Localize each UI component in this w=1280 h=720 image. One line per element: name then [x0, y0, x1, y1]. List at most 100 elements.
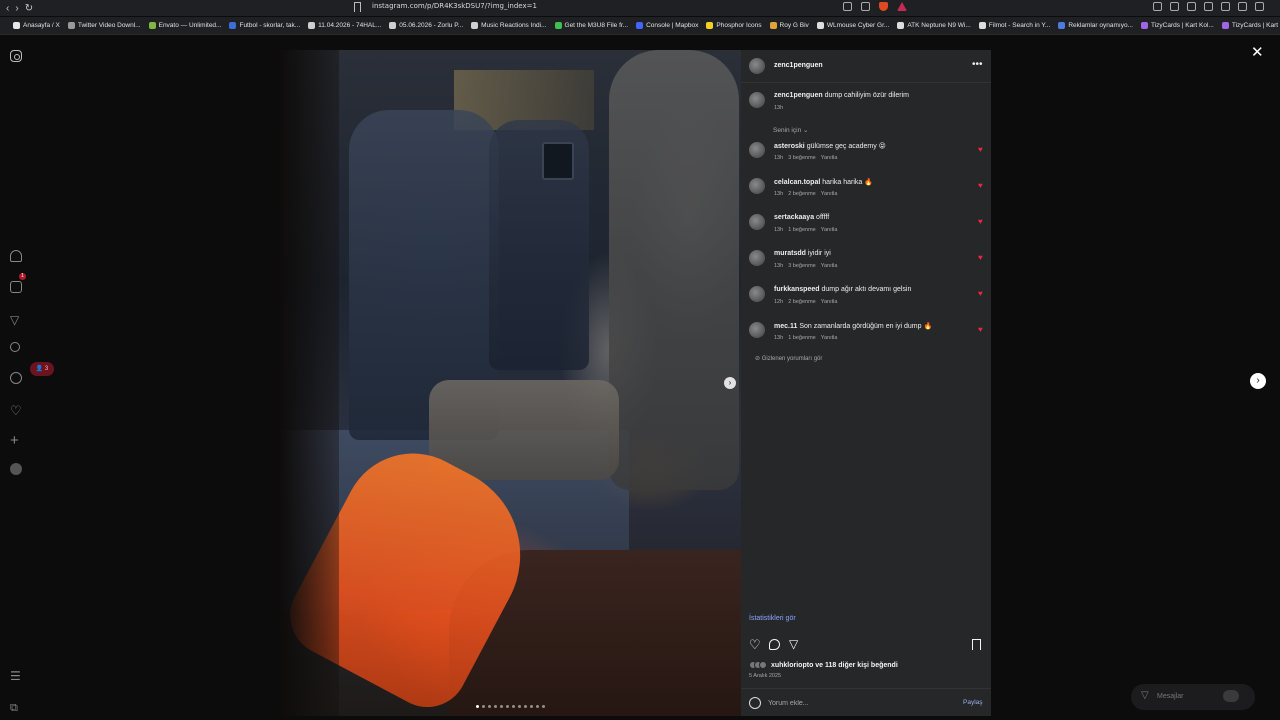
comment-icon[interactable] — [769, 639, 780, 650]
reply-button[interactable]: Yanıtla — [821, 191, 838, 197]
comment-input[interactable] — [768, 696, 948, 710]
bookmark-item[interactable]: 11.04.2026 - 74HAL... — [308, 22, 381, 29]
bookmark-label: Phosphor Icons — [716, 22, 762, 29]
brave-shield-icon[interactable] — [879, 2, 888, 11]
comment-likes[interactable]: 2 beğenme — [788, 191, 816, 197]
profile-avatar-icon[interactable] — [10, 463, 22, 475]
view-insights-link[interactable]: İstatistikleri gör — [749, 615, 796, 622]
commenter-avatar[interactable] — [749, 214, 765, 230]
forward-icon[interactable]: › — [15, 3, 18, 14]
caption-avatar[interactable] — [749, 92, 765, 108]
commenter-username[interactable]: furkkanspeed — [774, 286, 820, 293]
commenter-username[interactable]: sertackaaya — [774, 214, 814, 221]
commenter-avatar[interactable] — [749, 178, 765, 194]
post-comment-button[interactable]: Paylaş — [963, 699, 983, 706]
messages-button[interactable]: ▽ Mesajlar — [1131, 684, 1255, 710]
sidebar-toggle-icon[interactable] — [1187, 2, 1196, 11]
commenter-username[interactable]: mec.11 — [774, 323, 797, 330]
commenter-username[interactable]: celalcan.topal — [774, 179, 820, 186]
explore-icon[interactable] — [10, 372, 22, 384]
post-header: zenc1penguen ••• — [741, 50, 991, 83]
bookmark-item[interactable]: TizyCards | Kart Kol... — [1141, 22, 1214, 29]
create-icon[interactable] — [10, 432, 22, 444]
comment-likes[interactable]: 1 beğenme — [788, 227, 816, 233]
brave-rewards-icon[interactable] — [897, 2, 907, 11]
reply-button[interactable]: Yanıtla — [821, 299, 838, 305]
liked-by[interactable]: xuhkloriopto ve 118 diğer kişi beğendi — [749, 661, 898, 669]
comment-likes[interactable]: 3 beğenme — [788, 263, 816, 269]
bookmark-item[interactable]: WLmouse Cyber Gr... — [816, 22, 889, 29]
messages-icon[interactable] — [10, 311, 22, 323]
bookmark-item[interactable]: Get the M3U8 File fr... — [554, 22, 628, 29]
wallet-icon[interactable] — [1255, 2, 1264, 11]
reels-icon[interactable] — [10, 281, 22, 293]
reply-button[interactable]: Yanıtla — [821, 155, 838, 161]
tab-icon[interactable] — [1204, 2, 1213, 11]
carousel-dot — [482, 705, 485, 708]
save-bookmark-icon[interactable] — [972, 639, 981, 650]
ai-icon[interactable] — [1221, 2, 1230, 11]
close-icon[interactable]: ✕ — [1251, 43, 1264, 61]
extensions-icon[interactable] — [1153, 2, 1162, 11]
more-options-icon[interactable]: ••• — [972, 59, 983, 70]
comment-like-heart-icon[interactable]: ♥ — [978, 325, 983, 334]
commenter-avatar[interactable] — [749, 250, 765, 266]
address-bar[interactable]: instagram.com/p/DR4K3skDSU7/?img_index=1 — [372, 2, 537, 10]
comment-likes[interactable]: 3 beğenme — [788, 155, 816, 161]
next-post-icon[interactable]: › — [1250, 373, 1266, 389]
reply-button[interactable]: Yanıtla — [821, 263, 838, 269]
comment-like-heart-icon[interactable]: ♥ — [978, 145, 983, 154]
cast-icon[interactable] — [843, 2, 852, 11]
comment-likes[interactable]: 2 beğenme — [788, 299, 816, 305]
bookmark-item[interactable]: Music Reactions Indi... — [471, 22, 547, 29]
share-page-icon[interactable] — [861, 2, 870, 11]
notifications-icon[interactable] — [10, 402, 22, 414]
emoji-icon[interactable] — [749, 697, 761, 709]
instagram-logo-icon[interactable] — [10, 50, 22, 62]
hidden-comments-link[interactable]: ⊘ Gizlenen yorumları gör — [755, 355, 822, 362]
comment-likes[interactable]: 1 beğenme — [788, 335, 816, 341]
bookmark-item[interactable]: Futbol - skorlar, tak... — [229, 22, 300, 29]
reply-button[interactable]: Yanıtla — [821, 227, 838, 233]
reload-icon[interactable]: ↻ — [25, 3, 33, 14]
comment-like-heart-icon[interactable]: ♥ — [978, 181, 983, 190]
bookmark-item[interactable]: Anasayfa / X — [13, 22, 60, 29]
home-icon[interactable] — [10, 250, 22, 262]
bookmark-item[interactable]: TizyCards | Kart Kol... — [1221, 22, 1280, 29]
extension-icon[interactable] — [1170, 2, 1179, 11]
carousel-next-icon[interactable]: › — [724, 377, 736, 389]
more-menu-icon[interactable] — [10, 667, 22, 679]
bookmark-item[interactable]: Phosphor Icons — [706, 22, 762, 29]
share-send-icon[interactable]: ▽ — [789, 638, 802, 651]
bookmark-page-icon[interactable] — [354, 2, 361, 12]
bookmark-favicon-icon — [308, 22, 316, 29]
author-avatar[interactable] — [749, 58, 765, 74]
commenter-username[interactable]: muratsdd — [774, 250, 806, 257]
author-username[interactable]: zenc1penguen — [774, 62, 823, 69]
reply-button[interactable]: Yanıtla — [821, 335, 838, 341]
commenter-username[interactable]: asteroski — [774, 143, 805, 150]
back-icon[interactable]: ‹ — [6, 3, 9, 14]
commenter-avatar[interactable] — [749, 142, 765, 158]
bookmark-item[interactable]: Twitter Video Downl... — [67, 22, 141, 29]
post-date: 5 Aralık 2025 — [749, 673, 782, 679]
bookmark-item[interactable]: Envato — Unlimited... — [148, 22, 221, 29]
bookmark-item[interactable]: ATK Neptune N9 Wi... — [897, 22, 971, 29]
comment-like-heart-icon[interactable]: ♥ — [978, 217, 983, 226]
comments-filter[interactable]: Senin için ⌄ — [773, 126, 808, 134]
bookmark-item[interactable]: Reklamlar oynamıyo... — [1058, 22, 1133, 29]
also-from-meta-icon[interactable] — [10, 698, 22, 710]
commenter-avatar[interactable] — [749, 322, 765, 338]
bookmark-item[interactable]: 05.06.2026 - Zorlu P... — [389, 22, 463, 29]
search-icon[interactable] — [10, 342, 20, 352]
comment-like-heart-icon[interactable]: ♥ — [978, 253, 983, 262]
bookmark-item[interactable]: Filmot - Search in Y... — [978, 22, 1050, 29]
commenter-avatar[interactable] — [749, 286, 765, 302]
bookmark-item[interactable]: Roy G Biv — [769, 22, 809, 29]
vpn-icon[interactable] — [1238, 2, 1247, 11]
comment-like-heart-icon[interactable]: ♥ — [978, 289, 983, 298]
bookmark-item[interactable]: Console | Mapbox — [636, 22, 698, 29]
post-media[interactable] — [279, 50, 741, 716]
caption-username[interactable]: zenc1penguen — [774, 92, 823, 99]
like-heart-icon[interactable]: ♡ — [749, 638, 762, 651]
